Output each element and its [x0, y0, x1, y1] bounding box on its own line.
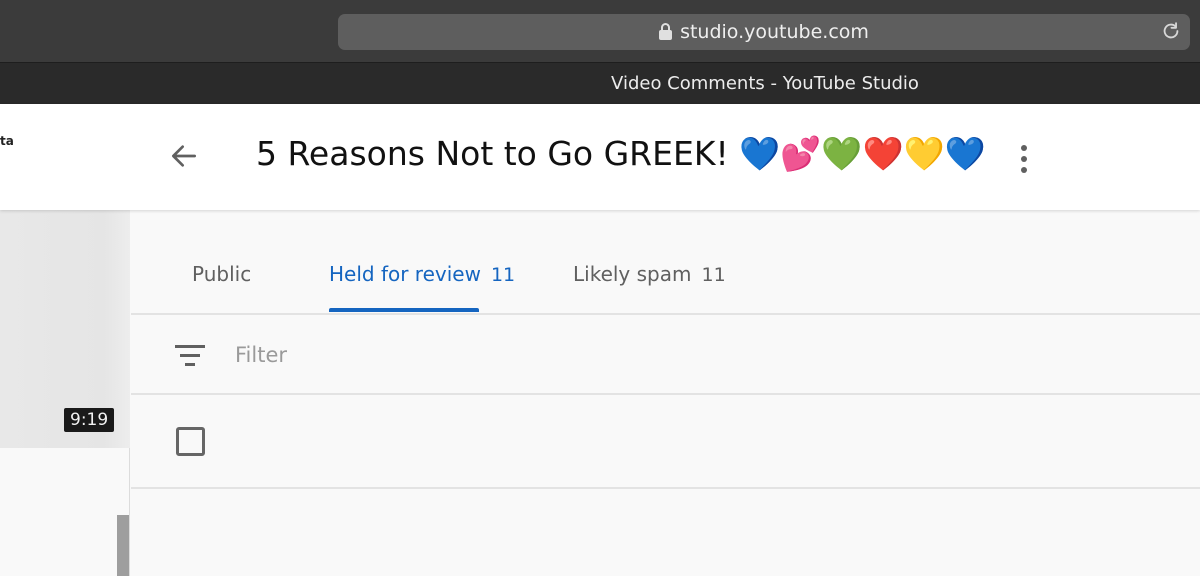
filter-bar — [131, 315, 1200, 395]
video-thumbnail[interactable]: 9:19 — [0, 210, 130, 448]
video-sidebar: 9:19 — [0, 210, 130, 576]
lock-icon — [659, 23, 673, 40]
select-all-checkbox[interactable] — [176, 427, 205, 456]
tab-held-for-review[interactable]: Held for review 11 — [329, 262, 515, 286]
browser-tab-title[interactable]: Video Comments - YouTube Studio — [0, 73, 1200, 94]
reload-icon[interactable] — [1160, 20, 1182, 42]
filter-input[interactable] — [235, 337, 635, 373]
filter-lines-icon[interactable] — [175, 345, 205, 369]
duration-badge: 9:19 — [64, 408, 115, 432]
video-title: 5 Reasons Not to Go GREEK! 💙💕💚❤️💛💙 — [256, 134, 986, 173]
arrow-back-icon[interactable] — [168, 140, 200, 172]
address-bar[interactable]: studio.youtube.com — [338, 14, 1190, 50]
comments-main: Public Held for review 11 Likely spam 11 — [131, 210, 1200, 576]
browser-toolbar: studio.youtube.com — [0, 0, 1200, 62]
channel-name-fragment: ta — [0, 134, 14, 148]
tab-likely-spam[interactable]: Likely spam 11 — [573, 262, 726, 286]
tab-label: Public — [192, 262, 252, 286]
tab-count: 11 — [701, 264, 726, 286]
active-tab-indicator — [329, 308, 479, 312]
tab-label: Held for review — [329, 262, 481, 286]
comment-tabs: Public Held for review 11 Likely spam 11 — [131, 210, 1200, 315]
tab-label: Likely spam — [573, 262, 692, 286]
studio-header: ta 5 Reasons Not to Go GREEK! 💙💕💚❤️💛💙 — [0, 104, 1200, 210]
url-text: studio.youtube.com — [680, 21, 869, 43]
scrollbar[interactable] — [117, 515, 129, 576]
tab-count: 11 — [490, 264, 516, 286]
more-vert-icon[interactable] — [1014, 142, 1034, 176]
comment-row — [131, 395, 1200, 489]
tab-public[interactable]: Public — [192, 262, 251, 286]
browser-tab-strip: Video Comments - YouTube Studio — [0, 62, 1200, 104]
